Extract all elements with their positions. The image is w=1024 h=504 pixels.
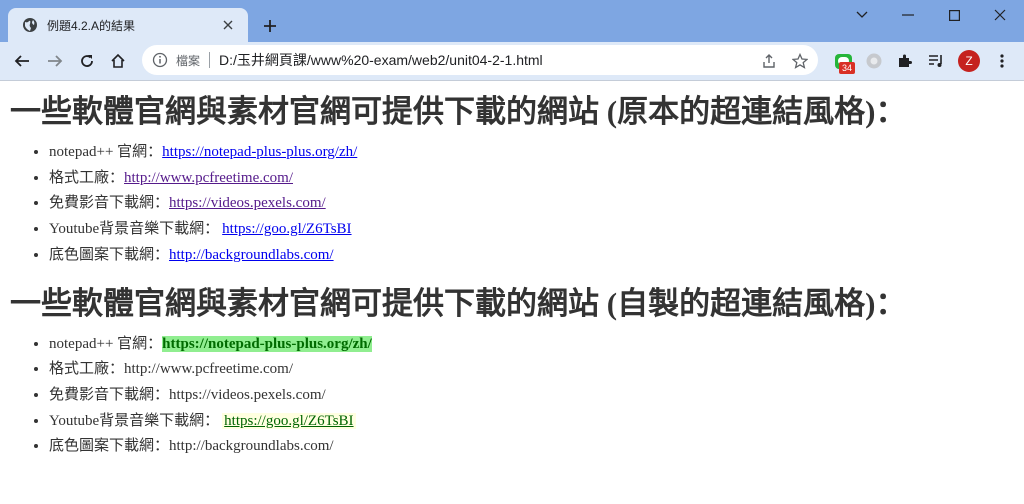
file-scheme-label: 檔案 (176, 53, 201, 68)
notepad-link-hovered[interactable]: https://notepad-plus-plus.org/zh/ (162, 335, 372, 352)
omnibox-divider (209, 52, 211, 68)
extension-badge: 34 (839, 62, 855, 74)
list-item: 格式工廠：http://www.pcfreetime.com/ (49, 357, 1014, 383)
list-item: 免費影音下載網：https://videos.pexels.com/ (49, 191, 1014, 217)
reload-icon[interactable] (75, 49, 99, 73)
youtube-music-link-active[interactable]: https://goo.gl/Z6TsBI (222, 412, 356, 429)
browser-toolbar: 檔案 D:/玉井網頁課/www%20-exam/web2/unit04-2-1.… (0, 42, 1024, 80)
list-item: notepad++ 官網：https://notepad-plus-plus.o… (49, 332, 1014, 358)
heading-custom-style: 一些軟體官網與素材官網可提供下載的網站 (自製的超連結風格)： (10, 285, 907, 321)
youtube-music-link[interactable]: https://goo.gl/Z6TsBI (222, 221, 351, 237)
backgroundlabs-link[interactable]: http://backgroundlabs.com/ (169, 438, 334, 454)
list-item: Youtube背景音樂下載網：https://goo.gl/Z6TsBI (49, 217, 1014, 243)
profile-avatar[interactable]: Z (958, 50, 980, 72)
backgroundlabs-link[interactable]: http://backgroundlabs.com/ (169, 247, 334, 263)
more-menu-icon[interactable] (990, 49, 1014, 73)
tab-search-chevron-icon[interactable] (839, 0, 885, 30)
minimize-button[interactable] (885, 0, 931, 30)
list-item: 底色圖案下載網：http://backgroundlabs.com/ (49, 434, 1014, 460)
puzzle-extensions-icon[interactable] (893, 49, 917, 73)
page-content: 一些軟體官網與素材官網可提供下載的網站 (原本的超連結風格)： notepad+… (0, 94, 1024, 460)
tab-title: 例題4.2.A的結果 (47, 18, 136, 33)
list-item: notepad++ 官網：https://notepad-plus-plus.o… (49, 140, 1014, 166)
bookmark-star-icon[interactable] (791, 52, 809, 70)
browser-tab[interactable]: 例題4.2.A的結果 (8, 8, 248, 42)
custom-link-list: notepad++ 官網：https://notepad-plus-plus.o… (49, 332, 1014, 461)
list-item: 免費影音下載網：https://videos.pexels.com/ (49, 383, 1014, 409)
original-link-list: notepad++ 官網：https://notepad-plus-plus.o… (49, 140, 1014, 269)
new-tab-button[interactable] (258, 14, 282, 38)
forward-arrow-icon[interactable] (43, 49, 67, 73)
share-icon[interactable] (760, 52, 778, 70)
media-playlist-icon[interactable] (924, 49, 948, 73)
pexels-link[interactable]: https://videos.pexels.com/ (169, 195, 326, 211)
close-window-button[interactable] (977, 0, 1023, 30)
pexels-link[interactable]: https://videos.pexels.com/ (169, 387, 326, 403)
heading-original-style: 一些軟體官網與素材官網可提供下載的網站 (原本的超連結風格)： (10, 94, 907, 129)
info-icon[interactable] (152, 52, 168, 68)
toolbar-divider (0, 80, 1024, 81)
tab-strip: 例題4.2.A的結果 (0, 0, 1024, 42)
close-tab-icon[interactable] (218, 15, 238, 35)
url-text[interactable]: D:/玉井網頁課/www%20-exam/web2/unit04-2-1.htm… (219, 50, 543, 70)
notepad-link[interactable]: https://notepad-plus-plus.org/zh/ (162, 144, 357, 160)
list-item: Youtube背景音樂下載網：https://goo.gl/Z6TsBI (49, 409, 1014, 435)
home-icon[interactable] (106, 49, 130, 73)
address-bar[interactable]: 檔案 D:/玉井網頁課/www%20-exam/web2/unit04-2-1.… (142, 45, 818, 75)
extension-disabled-icon[interactable] (862, 49, 886, 73)
pcfreetime-link[interactable]: http://www.pcfreetime.com/ (124, 361, 293, 377)
maximize-button[interactable] (931, 0, 977, 30)
back-arrow-icon[interactable] (10, 49, 34, 73)
list-item: 格式工廠：http://www.pcfreetime.com/ (49, 166, 1014, 192)
list-item: 底色圖案下載網：http://backgroundlabs.com/ (49, 243, 1014, 269)
globe-icon (22, 17, 38, 33)
pcfreetime-link[interactable]: http://www.pcfreetime.com/ (124, 170, 293, 186)
